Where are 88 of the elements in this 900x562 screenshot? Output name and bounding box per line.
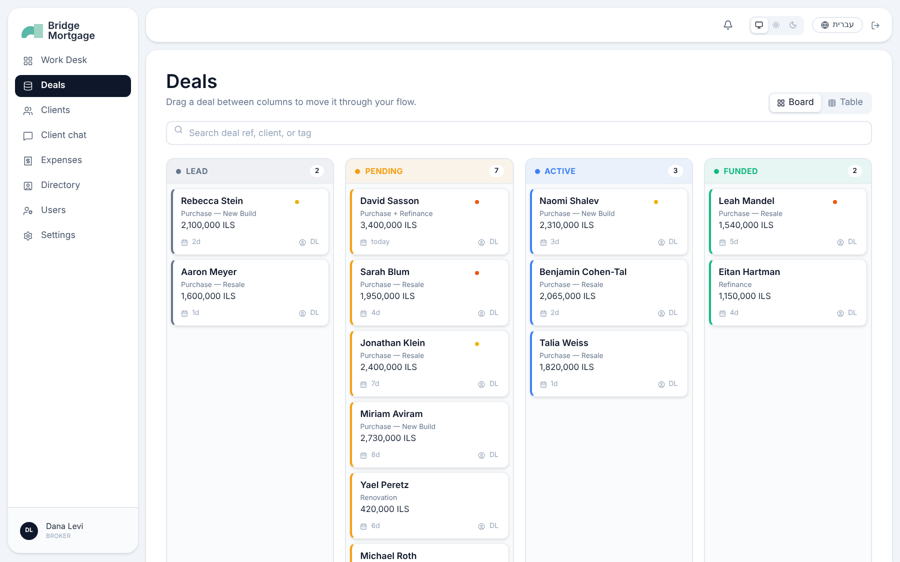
- bell-icon[interactable]: [722, 20, 733, 30]
- chat-icon: [23, 131, 33, 141]
- view-tab[interactable]: Board: [770, 94, 821, 112]
- user-icon: [658, 380, 665, 388]
- client-name: Eitan Hartman: [718, 267, 780, 278]
- nav-item[interactable]: Users: [15, 200, 131, 222]
- client-name: Rebecca Stein: [181, 196, 244, 207]
- nav-item[interactable]: Deals: [15, 75, 131, 97]
- nav-item[interactable]: Work Desk: [15, 50, 131, 72]
- deal-card[interactable]: Michael Roth: [350, 543, 508, 562]
- user-icon: [299, 310, 306, 316]
- user-icon: [478, 452, 486, 458]
- deal-amount: 2,100,000 ILS: [181, 221, 236, 232]
- calendar-icon: [360, 380, 368, 388]
- deal-amount: 2,400,000 ILS: [360, 363, 418, 374]
- user-name: Dana Levi: [46, 520, 84, 532]
- user-icon: [836, 238, 844, 246]
- column-title: ACTIVE: [544, 165, 577, 177]
- column-title: LEAD: [186, 165, 209, 177]
- brand-name: Bridge Mortgage: [48, 21, 96, 41]
- client-name: Miriam Aviram: [360, 409, 423, 420]
- user-icon: [836, 310, 844, 316]
- nav-item[interactable]: Expenses: [15, 150, 131, 172]
- nav-item[interactable]: Directory: [15, 175, 131, 197]
- client-name: Talia Weiss: [540, 338, 588, 349]
- nav-item[interactable]: Client chat: [15, 125, 131, 147]
- client-name: Leah Mandel: [718, 196, 774, 207]
- column-title: PENDING: [365, 165, 404, 177]
- theme-button[interactable]: [750, 18, 768, 32]
- nav-item[interactable]: Settings: [15, 225, 131, 247]
- page-subtitle: Drag a deal between columns to move it through your flow.: [166, 96, 416, 110]
- user-icon: [478, 380, 486, 388]
- globe-icon: [820, 21, 829, 29]
- logout-icon[interactable]: [871, 20, 880, 30]
- monitor-icon: [755, 21, 764, 29]
- user-icon: [23, 206, 33, 216]
- calendar-icon: [718, 238, 726, 246]
- column-title: FUNDED: [724, 165, 760, 177]
- settings-icon: [23, 231, 33, 241]
- calendar-icon: [540, 310, 546, 316]
- user-icon: [478, 238, 486, 246]
- contact-icon: [23, 181, 33, 191]
- calendar-icon: [360, 310, 368, 316]
- client-name: Benjamin Cohen-Tal: [540, 267, 627, 278]
- grid-icon: [23, 56, 33, 66]
- moon-icon: [789, 21, 798, 29]
- deal-amount: 1,540,000 ILS: [718, 221, 775, 232]
- calendar-icon: [181, 238, 188, 246]
- calendar-icon: [360, 238, 368, 246]
- client-name: Aaron Meyer: [181, 267, 237, 278]
- language-button[interactable]: עברית: [812, 17, 863, 33]
- deal-amount: 1,150,000 ILS: [718, 292, 772, 303]
- users-icon: [23, 106, 33, 116]
- stack-icon: [23, 81, 33, 91]
- nav-item[interactable]: Clients: [15, 100, 131, 122]
- calendar-icon: [181, 310, 188, 316]
- calendar-icon: [718, 310, 726, 316]
- table-icon: [828, 98, 836, 106]
- deal-amount: 1,600,000 ILS: [181, 292, 237, 303]
- receipt-icon: [23, 156, 33, 166]
- client-name: Jonathan Klein: [360, 338, 426, 349]
- deal-amount: 2,065,000 ILS: [540, 292, 597, 303]
- calendar-icon: [540, 380, 546, 388]
- calendar-icon: [540, 238, 546, 246]
- client-name: David Sasson: [360, 196, 420, 207]
- deal-amount: 1,950,000 ILS: [360, 292, 416, 303]
- deal-amount: 2,310,000 ILS: [540, 221, 596, 232]
- view-tab[interactable]: Table: [820, 94, 870, 112]
- user-icon: [478, 522, 486, 530]
- search-icon: [174, 125, 183, 134]
- client-name: Yael Peretz: [360, 480, 409, 491]
- search-field[interactable]: Search deal ref, client, or tag: [166, 121, 872, 145]
- grid-icon: [776, 98, 785, 106]
- calendar-icon: [360, 452, 368, 458]
- sun-icon: [772, 21, 780, 29]
- user-icon: [658, 310, 665, 316]
- page-title: Deals: [166, 70, 218, 94]
- client-name: Naomi Shalev: [540, 196, 600, 207]
- client-name: Michael Roth: [360, 551, 417, 562]
- calendar-icon: [360, 522, 368, 530]
- deal-amount: 1,820,000 ILS: [540, 363, 596, 374]
- user-icon: [478, 310, 486, 316]
- user-icon: [658, 238, 665, 246]
- deal-amount: 420,000 ILS: [360, 505, 410, 516]
- user-icon: [299, 238, 306, 246]
- deal-amount: 3,400,000 ILS: [360, 221, 418, 232]
- client-name: Sarah Blum: [360, 267, 410, 278]
- deal-amount: 2,730,000 ILS: [360, 434, 418, 445]
